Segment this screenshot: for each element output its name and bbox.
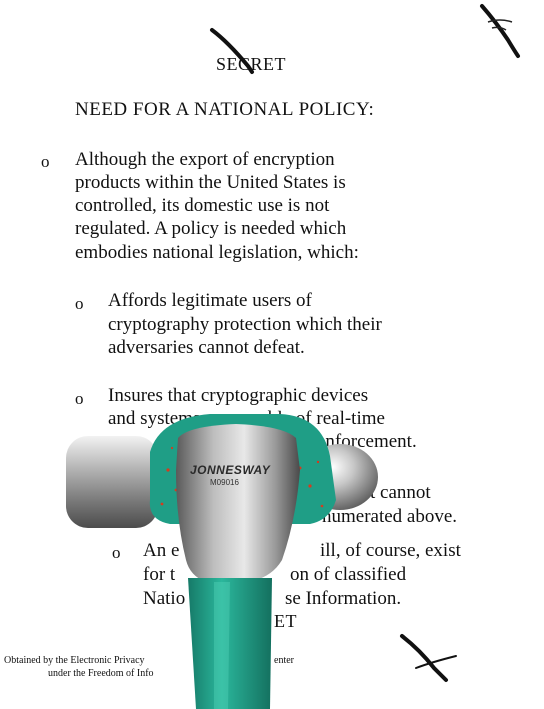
hammer-neck <box>176 424 300 582</box>
hammer-handle <box>188 578 272 709</box>
hammer-image <box>66 414 378 709</box>
hammer-model-label: M09016 <box>210 478 239 487</box>
hammer-face <box>66 436 158 528</box>
scanned-document-page: SECRET NEED FOR A NATIONAL POLICY: o Alt… <box>0 0 544 709</box>
hammer-brand-label: JONNESWAY <box>190 463 271 477</box>
handle-highlight <box>214 582 230 709</box>
